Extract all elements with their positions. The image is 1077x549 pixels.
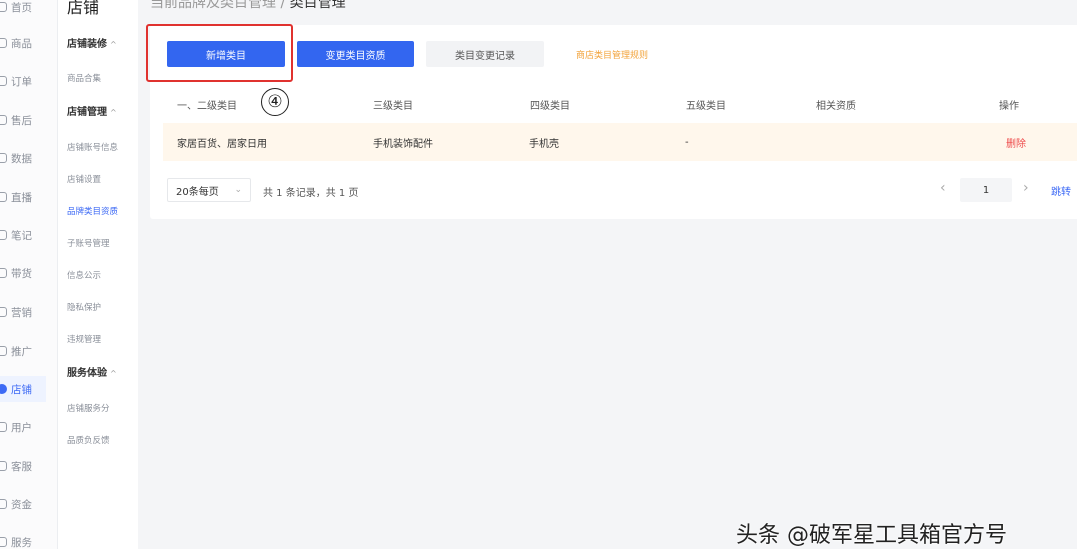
subnav-link-account-info[interactable]: 店铺账号信息 xyxy=(67,141,118,153)
pagination-summary: 共 1 条记录，共 1 页 xyxy=(263,188,359,199)
subnav-link-collections[interactable]: 商品合集 xyxy=(67,72,101,84)
store-subnav: 店铺 店铺装修 ^ 商品合集 店铺管理 ^ 店铺账号信息 店铺设置 品牌类目资质 子… xyxy=(58,0,138,549)
next-page-button[interactable]: › xyxy=(1023,180,1029,196)
breadcrumb-parent[interactable]: 当前品牌及类目管理 / xyxy=(150,0,290,11)
chevron-down-icon: ⌄ xyxy=(234,185,242,195)
column-header-level12: 一、二级类目 xyxy=(177,100,237,112)
store-icon xyxy=(0,384,7,394)
subnav-group-management[interactable]: 店铺管理 ^ xyxy=(67,103,117,118)
service-icon xyxy=(0,537,7,547)
breadcrumb-current: 类目管理 xyxy=(289,0,346,11)
customer-service-icon xyxy=(0,461,7,471)
order-icon xyxy=(0,76,7,86)
column-header-level3: 三级类目 xyxy=(373,100,413,112)
subnav-link-store-settings[interactable]: 店铺设置 xyxy=(67,173,101,185)
promotion-icon xyxy=(0,346,7,356)
nav-item-home[interactable]: 首页 xyxy=(0,0,58,20)
subnav-link-service-score[interactable]: 店铺服务分 xyxy=(67,402,110,414)
nav-item-affiliate[interactable]: 带货 xyxy=(0,260,58,286)
nav-item-store[interactable]: 店铺 xyxy=(0,376,46,402)
nav-item-users[interactable]: 用户 xyxy=(0,414,58,440)
nav-item-notes[interactable]: 笔记 xyxy=(0,222,58,248)
home-icon xyxy=(0,2,7,12)
page-size-select[interactable]: 20条每页 ⌄ xyxy=(167,178,251,202)
subnav-group-decoration[interactable]: 店铺装修 ^ xyxy=(67,35,117,50)
breadcrumb: 当前品牌及类目管理 / 类目管理 xyxy=(150,0,346,12)
nav-item-service[interactable]: 服务 xyxy=(0,529,58,549)
live-icon xyxy=(0,192,7,202)
category-rules-link[interactable]: 商店类目管理规则 xyxy=(557,41,667,67)
prev-page-button[interactable]: ‹ xyxy=(940,180,946,196)
subnav-link-privacy[interactable]: 隐私保护 xyxy=(67,301,101,313)
cell-level3: 手机装饰配件 xyxy=(373,138,433,150)
column-header-action: 操作 xyxy=(999,100,1019,112)
cell-level5: - xyxy=(685,136,689,148)
data-icon xyxy=(0,153,7,163)
chevron-up-icon: ^ xyxy=(110,108,117,117)
users-icon xyxy=(0,422,7,432)
subnav-link-brand-category[interactable]: 品牌类目资质 xyxy=(67,205,118,217)
add-category-button[interactable]: 新增类目 xyxy=(167,41,285,67)
affiliate-icon xyxy=(0,268,7,278)
nav-item-funds[interactable]: 资金 xyxy=(0,491,58,517)
jump-button[interactable]: 跳转 xyxy=(1051,183,1071,198)
nav-item-customer-service[interactable]: 客服 xyxy=(0,453,58,479)
nav-item-data[interactable]: 数据 xyxy=(0,145,58,171)
chevron-up-icon: ^ xyxy=(110,369,117,378)
subnav-link-subaccounts[interactable]: 子账号管理 xyxy=(67,237,110,249)
delete-button[interactable]: 删除 xyxy=(1006,123,1026,161)
nav-item-marketing[interactable]: 营销 xyxy=(0,299,58,325)
subnav-link-quality-feedback[interactable]: 品质负反馈 xyxy=(67,434,110,446)
nav-item-promotion[interactable]: 推广 xyxy=(0,338,58,364)
nav-item-aftersales[interactable]: 售后 xyxy=(0,107,58,133)
column-header-level4: 四级类目 xyxy=(530,100,570,112)
marketing-icon xyxy=(0,307,7,317)
chevron-up-icon: ^ xyxy=(110,40,117,49)
subnav-group-service-experience[interactable]: 服务体验 ^ xyxy=(67,364,117,379)
step-number-badge: ④ xyxy=(261,88,289,116)
aftersales-icon xyxy=(0,115,7,125)
nav-item-products[interactable]: 商品 xyxy=(0,30,58,56)
nav-item-live[interactable]: 直播 xyxy=(0,184,58,210)
cell-level12: 家居百货、居家日用 xyxy=(177,138,267,150)
change-qualification-button[interactable]: 变更类目资质 xyxy=(297,41,414,67)
subnav-link-violations[interactable]: 违规管理 xyxy=(67,333,101,345)
subnav-title: 店铺 xyxy=(67,0,100,17)
funds-icon xyxy=(0,499,7,509)
subnav-link-disclosure[interactable]: 信息公示 xyxy=(67,269,101,281)
column-header-qualification: 相关资质 xyxy=(816,100,856,112)
watermark-text: 头条 @破军星工具箱官方号 xyxy=(736,523,1007,548)
cell-level4: 手机壳 xyxy=(529,138,559,150)
column-header-level5: 五级类目 xyxy=(686,100,726,112)
change-log-button[interactable]: 类目变更记录 xyxy=(426,41,544,67)
table-row: 家居百货、居家日用 手机装饰配件 手机壳 - 删除 xyxy=(163,123,1077,161)
current-page[interactable]: 1 xyxy=(960,178,1012,202)
table-header: 一、二级类目 三级类目 四级类目 五级类目 相关资质 操作 xyxy=(167,91,1077,117)
product-icon xyxy=(0,38,7,48)
main-nav: 首页 商品 订单 售后 数据 直播 笔记 带货 营销 推广 店铺 用户 客服 资… xyxy=(0,0,58,549)
nav-item-orders[interactable]: 订单 xyxy=(0,68,58,94)
notes-icon xyxy=(0,230,7,240)
